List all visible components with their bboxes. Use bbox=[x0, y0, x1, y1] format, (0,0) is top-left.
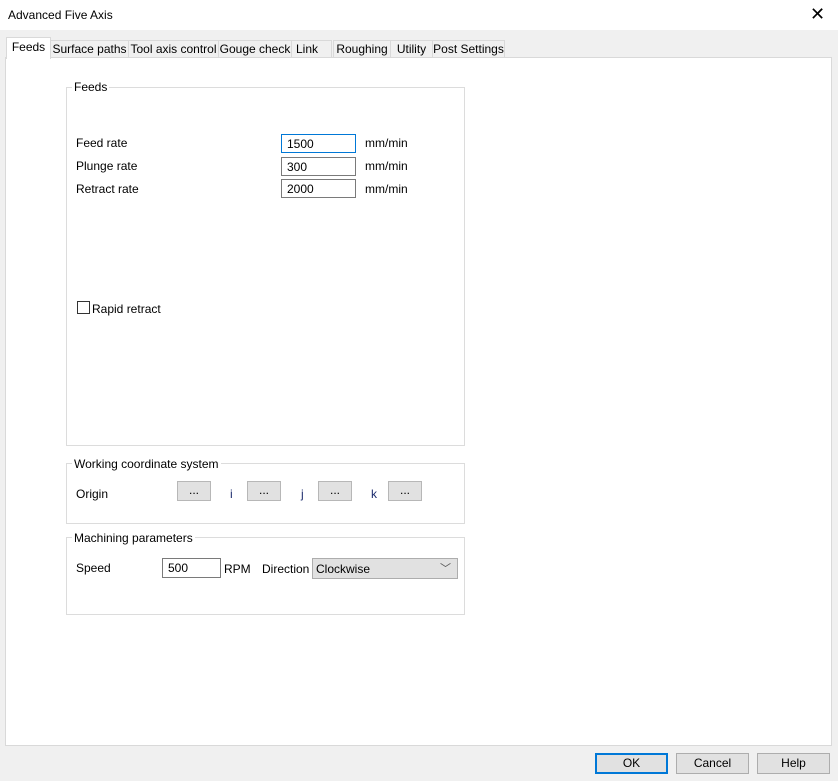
rapid-retract-checkbox[interactable] bbox=[77, 301, 90, 314]
speed-label: Speed bbox=[76, 561, 111, 575]
tab-roughing[interactable]: Roughing bbox=[333, 40, 391, 58]
direction-label: Direction bbox=[262, 562, 310, 576]
tab-gouge-check[interactable]: Gouge check bbox=[218, 40, 292, 58]
speed-unit: RPM bbox=[224, 562, 251, 576]
machining-group-label: Machining parameters bbox=[72, 531, 195, 545]
feeds-group-label: Feeds bbox=[72, 80, 110, 94]
tab-feeds[interactable]: Feeds bbox=[6, 37, 51, 59]
rapid-retract-label[interactable]: Rapid retract bbox=[92, 302, 161, 316]
tab-post-settings[interactable]: Post Settings bbox=[432, 40, 505, 58]
plunge-rate-label: Plunge rate bbox=[76, 159, 138, 173]
speed-input[interactable]: 500 bbox=[162, 558, 221, 578]
origin-label: Origin bbox=[76, 487, 109, 501]
wcs-group-label: Working coordinate system bbox=[72, 457, 221, 471]
feed-rate-input[interactable]: 1500 bbox=[281, 134, 356, 153]
help-button[interactable]: Help bbox=[757, 753, 830, 774]
window-title: Advanced Five Axis bbox=[8, 8, 113, 22]
tab-tool-axis-control[interactable]: Tool axis control bbox=[128, 40, 219, 58]
direction-value: Clockwise bbox=[316, 562, 371, 576]
origin-button[interactable]: ... bbox=[177, 481, 211, 501]
i-label: i bbox=[230, 487, 233, 501]
i-button[interactable]: ... bbox=[247, 481, 281, 501]
ok-button[interactable]: OK bbox=[595, 753, 668, 774]
tab-link[interactable]: Link bbox=[291, 40, 332, 57]
k-button[interactable]: ... bbox=[388, 481, 422, 501]
tab-surface-paths[interactable]: Surface paths bbox=[50, 40, 129, 58]
tab-utility[interactable]: Utility bbox=[390, 40, 433, 58]
plunge-rate-input[interactable]: 300 bbox=[281, 157, 356, 176]
feed-rate-unit: mm/min bbox=[365, 136, 408, 150]
direction-select[interactable]: Clockwise ﹀ bbox=[312, 558, 458, 579]
chevron-down-icon: ﹀ bbox=[440, 563, 451, 575]
close-icon[interactable]: ✕ bbox=[810, 4, 825, 25]
k-label: k bbox=[371, 487, 377, 501]
retract-rate-input[interactable]: 2000 bbox=[281, 179, 356, 198]
retract-rate-unit: mm/min bbox=[365, 182, 408, 196]
feed-rate-label: Feed rate bbox=[76, 136, 128, 150]
plunge-rate-unit: mm/min bbox=[365, 159, 408, 173]
cancel-button[interactable]: Cancel bbox=[676, 753, 749, 774]
j-button[interactable]: ... bbox=[318, 481, 352, 501]
j-label: j bbox=[301, 487, 304, 501]
title-bar bbox=[0, 0, 838, 30]
retract-rate-label: Retract rate bbox=[76, 182, 139, 196]
